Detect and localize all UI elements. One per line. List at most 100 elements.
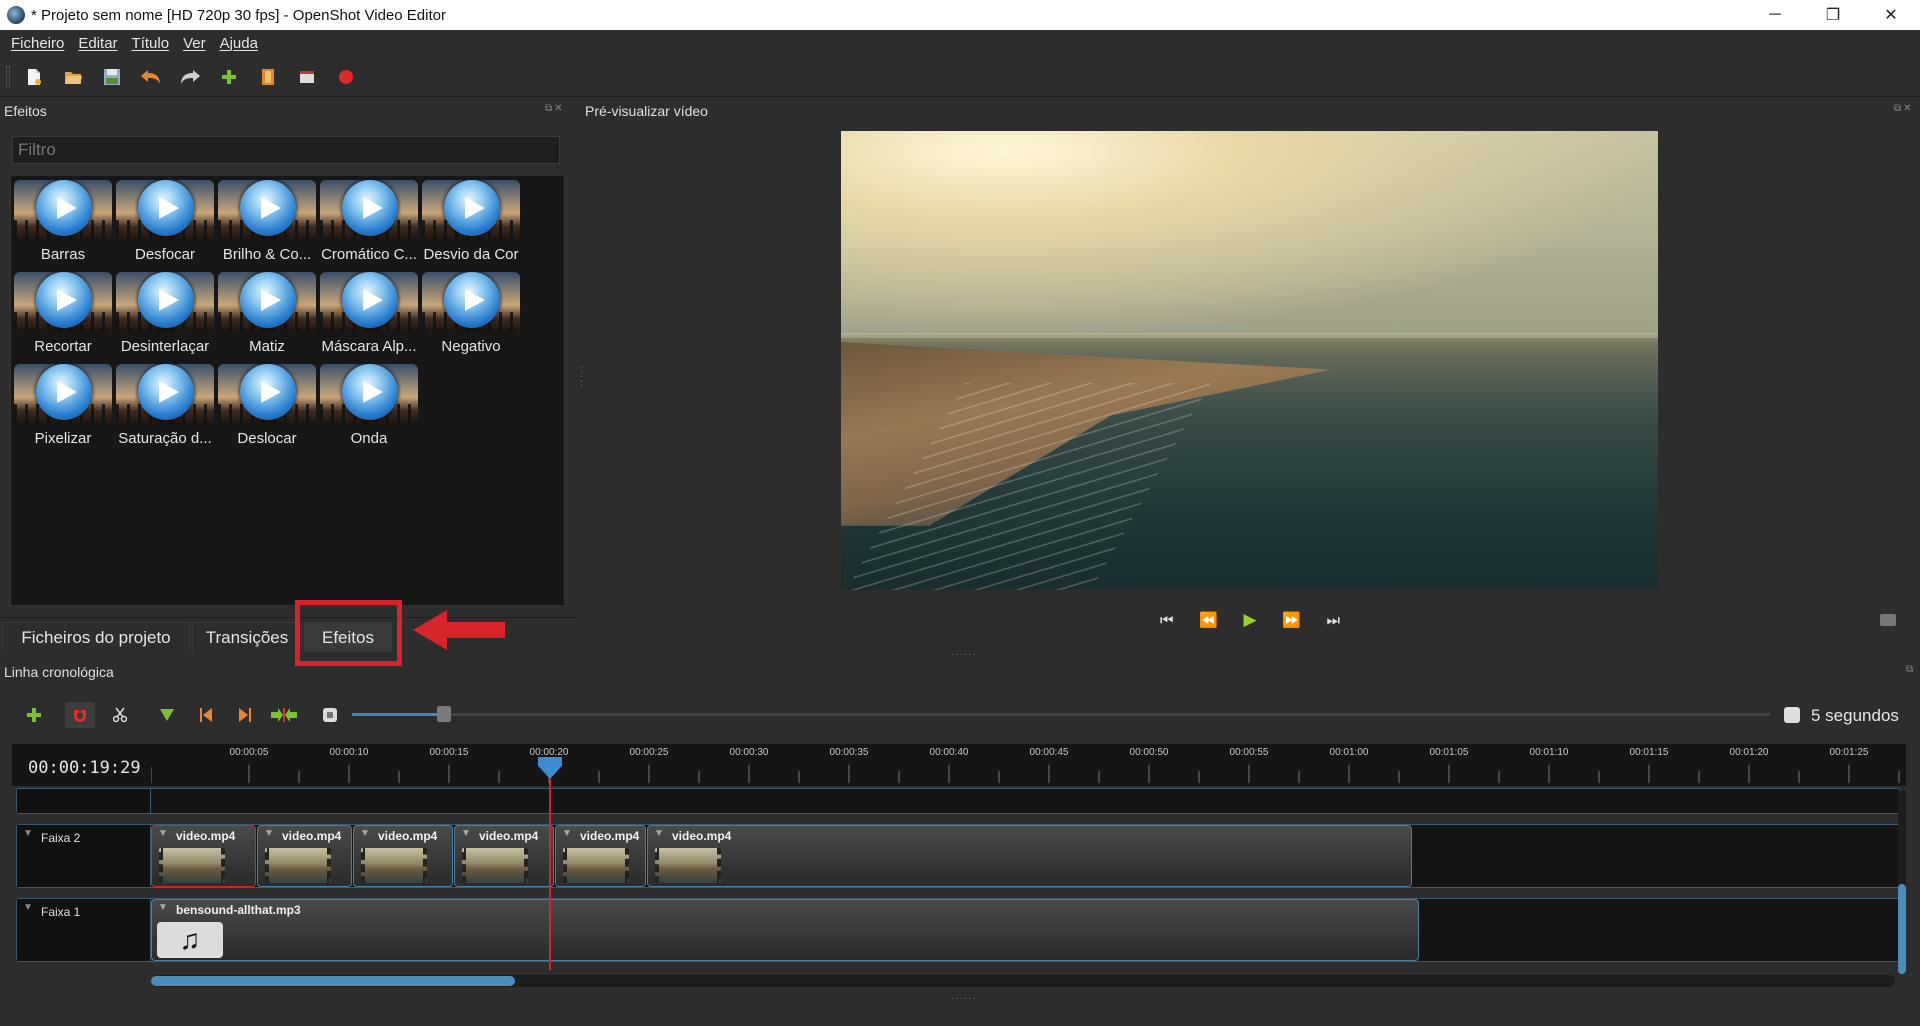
timeline-horizontal-scroll-thumb[interactable] xyxy=(151,976,515,986)
open-project-button[interactable] xyxy=(59,63,87,91)
play-button[interactable]: ▶ xyxy=(1243,610,1256,630)
clip-menu-icon[interactable]: ▼ xyxy=(158,828,168,839)
vertical-splitter-handle[interactable]: ····· xyxy=(576,366,587,388)
play-icon xyxy=(159,197,179,219)
clip-menu-icon[interactable]: ▼ xyxy=(158,902,168,913)
plus-icon xyxy=(222,69,236,84)
panel-float-close-icons[interactable]: ⧉✕ xyxy=(545,103,565,114)
effect-item[interactable]: Deslocar xyxy=(217,362,317,452)
fullscreen-button[interactable] xyxy=(293,63,321,91)
effect-item[interactable]: Máscara Alp... xyxy=(319,270,419,360)
track-menu-icon[interactable]: ▼ xyxy=(23,902,33,913)
clip-menu-icon[interactable]: ▼ xyxy=(562,828,572,839)
effect-item[interactable]: Matiz xyxy=(217,270,317,360)
track-menu-icon[interactable]: ▼ xyxy=(23,828,33,839)
clip-menu-icon[interactable]: ▼ xyxy=(264,828,274,839)
video-clip[interactable]: ▼ video.mp4 xyxy=(454,825,554,887)
effect-item[interactable]: Desinterlaçar xyxy=(115,270,215,360)
play-icon xyxy=(57,289,77,311)
current-time-display: 00:00:19:29 xyxy=(28,758,141,778)
effect-item[interactable]: Brilho & Co... xyxy=(217,178,317,268)
video-clip[interactable]: ▼ video.mp4 xyxy=(257,825,352,887)
jump-end-button[interactable]: ⏭ xyxy=(1326,612,1340,629)
effect-item[interactable]: Saturação d... xyxy=(115,362,215,452)
ruler-label: 00:00:40 xyxy=(929,747,969,758)
effect-item[interactable]: Barras xyxy=(13,178,113,268)
video-clip[interactable]: ▼ video.mp4 xyxy=(151,825,256,887)
camera-icon[interactable] xyxy=(1880,614,1896,626)
zoom-slider-handle[interactable] xyxy=(437,706,451,722)
playhead-line[interactable] xyxy=(549,760,551,970)
ruler-label: 00:01:10 xyxy=(1529,747,1569,758)
zoom-fit-button[interactable] xyxy=(315,702,345,728)
ruler-label: 00:00:45 xyxy=(1029,747,1069,758)
clip-menu-icon[interactable]: ▼ xyxy=(360,828,370,839)
export-video-button[interactable] xyxy=(332,63,360,91)
tab-project-files[interactable]: Ficheiros do projeto xyxy=(2,622,190,652)
effect-label: Saturação d... xyxy=(118,430,212,447)
next-marker-button[interactable] xyxy=(230,702,260,728)
clip-thumbnail xyxy=(462,848,528,883)
jump-start-button[interactable]: ⏮ xyxy=(1160,612,1174,629)
clip-thumbnail xyxy=(655,848,721,883)
toolbar-grip[interactable] xyxy=(6,65,10,88)
timeline-float-icon[interactable]: ⧉ xyxy=(1906,664,1915,675)
import-files-button[interactable] xyxy=(215,63,243,91)
clip-thumbnail xyxy=(563,848,629,883)
effect-label: Desinterlaçar xyxy=(120,338,210,355)
zoom-slider-fill xyxy=(352,713,437,716)
video-clip[interactable]: ▼ video.mp4 xyxy=(555,825,646,887)
tab-highlight-annotation xyxy=(295,600,402,666)
horizontal-splitter-handle[interactable]: ······ xyxy=(951,649,977,660)
snapping-toggle[interactable] xyxy=(65,702,95,728)
marker-icon xyxy=(160,709,174,721)
effect-thumbnail xyxy=(116,364,214,424)
fast-forward-button[interactable]: ⏩ xyxy=(1282,611,1301,629)
effect-item[interactable]: Desfocar xyxy=(115,178,215,268)
save-project-button[interactable] xyxy=(98,63,126,91)
undo-button[interactable] xyxy=(137,63,165,91)
timeline-vertical-scroll-thumb[interactable] xyxy=(1898,884,1906,974)
add-marker-button[interactable] xyxy=(152,702,182,728)
ruler-label: 00:01:00 xyxy=(1329,747,1369,758)
play-icon xyxy=(465,289,485,311)
preview-panel-title: Pré-visualizar vídeo xyxy=(585,103,708,119)
effect-item[interactable]: Pixelizar xyxy=(13,362,113,452)
ruler-label: 00:01:20 xyxy=(1729,747,1769,758)
zoom-slider-track[interactable] xyxy=(352,713,1770,716)
bottom-splitter-handle[interactable]: ······ xyxy=(951,993,977,1004)
effect-thumbnail xyxy=(116,180,214,240)
previous-marker-button[interactable] xyxy=(191,702,221,728)
ruler-label: 00:00:10 xyxy=(329,747,369,758)
effect-item[interactable]: Cromático C... xyxy=(319,178,419,268)
track-header[interactable]: ▼ Faixa 2 xyxy=(17,825,151,887)
new-project-button[interactable] xyxy=(20,63,48,91)
tab-transitions[interactable]: Transições xyxy=(192,622,302,652)
effect-item[interactable]: Desvio da Cor xyxy=(421,178,521,268)
ruler-label: 00:00:15 xyxy=(429,747,469,758)
razor-tool-button[interactable] xyxy=(105,702,135,728)
effect-item[interactable]: Recortar xyxy=(13,270,113,360)
video-clip[interactable]: ▼ video.mp4 xyxy=(647,825,1412,887)
play-icon xyxy=(363,381,383,403)
effects-panel-title: Efeitos xyxy=(4,103,47,119)
effect-item[interactable]: Negativo xyxy=(421,270,521,360)
track-header[interactable]: ▼ Faixa 1 xyxy=(17,899,151,961)
center-playhead-button[interactable] xyxy=(269,702,299,728)
magnet-icon xyxy=(74,710,86,722)
redo-button[interactable] xyxy=(176,63,204,91)
clip-name: video.mp4 xyxy=(479,829,539,843)
add-track-button[interactable] xyxy=(19,702,49,728)
preview-float-close-icons[interactable]: ⧉✕ xyxy=(1894,103,1914,114)
effect-label: Onda xyxy=(350,430,388,447)
play-icon xyxy=(363,197,383,219)
clip-menu-icon[interactable]: ▼ xyxy=(461,828,471,839)
audio-clip[interactable]: ▼ bensound-allthat.mp3 ♫ xyxy=(151,899,1419,961)
effects-filter-input[interactable]: Filtro xyxy=(12,136,560,164)
video-clip[interactable]: ▼ video.mp4 xyxy=(353,825,453,887)
rewind-button[interactable]: ⏪ xyxy=(1199,611,1218,629)
clip-menu-icon[interactable]: ▼ xyxy=(654,828,664,839)
choose-profile-button[interactable] xyxy=(254,63,282,91)
effect-label: Desvio da Cor xyxy=(423,246,519,263)
effect-item[interactable]: Onda xyxy=(319,362,419,452)
